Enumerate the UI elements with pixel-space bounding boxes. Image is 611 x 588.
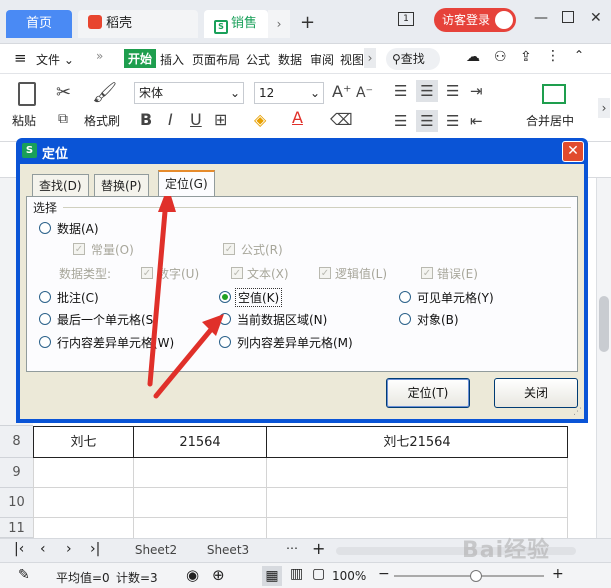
arrow-to-blank-option <box>153 314 224 399</box>
tab-goto[interactable]: 定位(G) <box>158 170 215 196</box>
arrow-to-goto-tab <box>147 186 176 387</box>
annotation-arrows <box>147 186 224 399</box>
